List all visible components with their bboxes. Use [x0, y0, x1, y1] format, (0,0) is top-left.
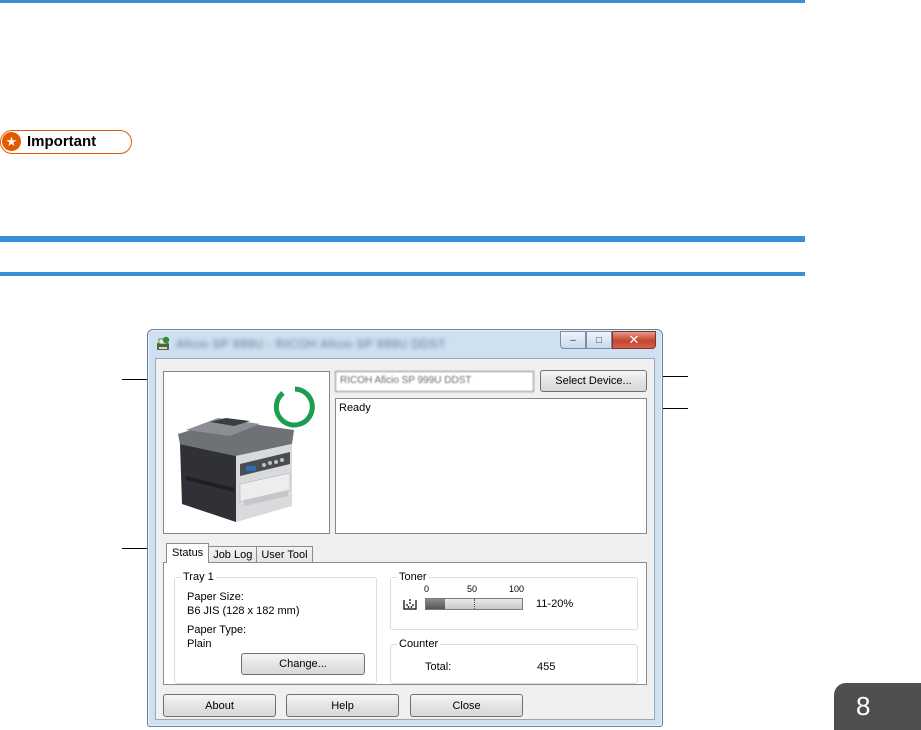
status-tab-panel: Tray 1 Paper Size: B6 JIS (128 x 182 mm)… — [163, 562, 647, 685]
counter-group: Counter Total: 455 — [390, 638, 638, 684]
device-name-field[interactable]: RICOH Aficio SP 999U DDST — [335, 371, 534, 392]
counter-total-value: 455 — [537, 661, 556, 673]
maximize-button[interactable]: □ — [586, 331, 612, 349]
tab-user-tool[interactable]: User Tool — [256, 546, 313, 563]
printer-illustration — [178, 386, 315, 522]
printer-app-icon — [157, 336, 170, 350]
change-button[interactable]: Change... — [241, 653, 365, 675]
toner-scale-min: 0 — [424, 584, 430, 594]
title-bar[interactable]: Aficio SP 999U - RICOH Aficio SP 999U DD… — [148, 330, 662, 358]
close-button[interactable]: Close — [410, 694, 523, 717]
tab-strip: Status Job Log User Tool — [166, 543, 313, 563]
toner-level-bar — [425, 598, 523, 610]
status-monitor-window: Aficio SP 999U - RICOH Aficio SP 999U DD… — [147, 329, 663, 727]
status-message-area: Ready — [335, 398, 647, 534]
counter-total-label: Total: — [425, 661, 452, 673]
toner-cartridge-icon — [403, 599, 417, 610]
printer-icon — [178, 418, 294, 522]
top-rule — [0, 0, 805, 3]
about-button[interactable]: About — [163, 694, 276, 717]
star-icon: ★ — [2, 132, 21, 151]
toner-legend: Toner — [397, 571, 429, 583]
important-label: Important — [27, 133, 97, 150]
paper-type-label: Paper Type: — [187, 624, 247, 636]
paper-type-value: Plain — [187, 638, 212, 650]
help-button[interactable]: Help — [286, 694, 399, 717]
select-device-button[interactable]: Select Device... — [540, 370, 647, 392]
section-rule — [0, 236, 805, 242]
chapter-number-tab: 8 — [834, 683, 921, 730]
tray-group: Tray 1 Paper Size: B6 JIS (128 x 182 mm)… — [174, 571, 377, 684]
paper-size-value: B6 JIS (128 x 182 mm) — [187, 605, 300, 617]
minimize-button[interactable]: – — [560, 331, 586, 349]
toner-scale-mid: 50 — [467, 584, 478, 594]
important-badge: ★ Important — [0, 130, 132, 154]
toner-level-text: 11-20% — [536, 598, 574, 610]
tray-legend: Tray 1 — [181, 571, 216, 583]
window-title: Aficio SP 999U - RICOH Aficio SP 999U DD… — [176, 337, 446, 351]
ready-ring-icon — [273, 386, 315, 428]
close-window-button[interactable]: ✕ — [612, 331, 656, 349]
window-client-area: RICOH Aficio SP 999U DDST Select Device.… — [155, 358, 655, 720]
tab-status[interactable]: Status — [166, 543, 210, 563]
tab-job-log[interactable]: Job Log — [208, 546, 258, 563]
toner-scale-max: 100 — [509, 584, 525, 594]
device-image-panel — [163, 371, 330, 534]
toner-group: Toner 0 50 100 11-20% — [390, 571, 638, 630]
paper-size-label: Paper Size: — [187, 591, 244, 603]
toner-level-fill — [426, 599, 446, 609]
counter-legend: Counter — [397, 638, 441, 650]
toner-midpoint-mark — [474, 599, 475, 609]
subsection-rule — [0, 272, 805, 276]
